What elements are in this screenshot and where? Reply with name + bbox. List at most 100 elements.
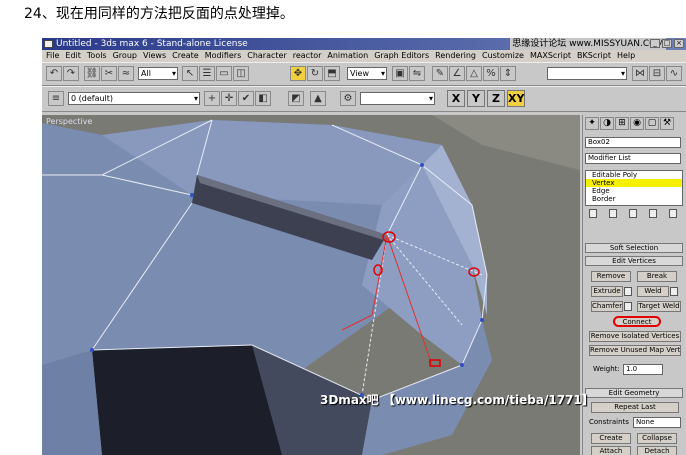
object-name-field[interactable]: Box02 <box>585 137 681 148</box>
create-button[interactable]: Create <box>591 433 631 444</box>
modify-tab-icon[interactable]: ◑ <box>600 117 614 130</box>
menu-views[interactable]: Views <box>139 50 168 62</box>
select-scale-icon[interactable]: ⬒ <box>324 66 340 81</box>
repeat-last-button[interactable]: Repeat Last <box>591 402 679 413</box>
select-by-name-icon[interactable]: ☰ <box>199 66 215 81</box>
stack-item-editable-poly[interactable]: Editable Poly <box>586 171 682 179</box>
weld-button[interactable]: Weld <box>637 286 669 297</box>
chamfer-button[interactable]: Chamfer <box>591 301 623 312</box>
set-current-layer-icon[interactable]: ✔ <box>238 91 254 106</box>
weld-settings-icon[interactable] <box>670 287 678 296</box>
percent-snap-icon[interactable]: % <box>483 66 499 81</box>
menu-tools[interactable]: Tools <box>83 50 109 62</box>
curve-editor-icon[interactable]: ∿ <box>666 66 682 81</box>
chamfer-settings-icon[interactable] <box>624 302 632 311</box>
unlink-icon[interactable]: ✂ <box>101 66 117 81</box>
menu-rendering[interactable]: Rendering <box>431 50 478 62</box>
axis-z-button[interactable]: Z <box>487 90 505 107</box>
show-end-result-icon[interactable] <box>609 209 617 218</box>
layer-manager-icon[interactable]: ≡ <box>48 91 64 106</box>
soft-selection-rollout[interactable]: Soft Selection <box>585 243 683 253</box>
undo-icon[interactable]: ↶ <box>46 66 62 81</box>
pivot-center-icon[interactable]: ▣ <box>392 66 408 81</box>
angle-snap-icon[interactable]: △ <box>466 66 482 81</box>
align-icon[interactable]: ⊟ <box>649 66 665 81</box>
menu-edit[interactable]: Edit <box>61 50 83 62</box>
hierarchy-tab-icon[interactable]: ⊞ <box>615 117 629 130</box>
menu-group[interactable]: Group <box>109 50 139 62</box>
select-rotate-icon[interactable]: ↻ <box>307 66 323 81</box>
reference-coord-dropdown[interactable]: View <box>347 67 387 80</box>
menu-customize[interactable]: Customize <box>478 50 526 62</box>
axis-xy-button[interactable]: XY <box>507 90 525 107</box>
add-to-layer-icon[interactable]: + <box>204 91 220 106</box>
menu-bkscript[interactable]: BKScript <box>573 50 613 62</box>
snaps-toggle-icon[interactable]: ∠ <box>449 66 465 81</box>
forum-watermark: 3Dmax吧 【www.linecg.com/tieba/1771】 <box>320 393 594 407</box>
detach-button[interactable]: Detach <box>637 446 677 455</box>
break-button[interactable]: Break <box>637 271 677 282</box>
menu-create[interactable]: Create <box>168 50 201 62</box>
select-move-icon[interactable]: ✥ <box>290 66 306 81</box>
mirror-tool-icon[interactable]: ⋈ <box>632 66 648 81</box>
weight-spinner[interactable]: 1.0 <box>623 364 663 375</box>
layer-dropdown[interactable]: 0 (default) <box>68 92 200 105</box>
app-icon <box>44 40 53 48</box>
motion-tab-icon[interactable]: ◉ <box>630 117 644 130</box>
stack-item-edge[interactable]: Edge <box>586 187 682 195</box>
line-style-dropdown[interactable] <box>360 92 435 105</box>
collapse-button[interactable]: Collapse <box>637 433 677 444</box>
menu-modifiers[interactable]: Modifiers <box>201 50 244 62</box>
mirror-icon[interactable]: ⇋ <box>409 66 425 81</box>
select-manipulate-icon[interactable]: ✎ <box>432 66 448 81</box>
extrude-settings-icon[interactable] <box>624 287 632 296</box>
modifier-list-dropdown[interactable]: Modifier List <box>585 153 681 164</box>
extrude-button[interactable]: Extrude <box>591 286 623 297</box>
maximize-button[interactable]: □ <box>662 39 672 48</box>
remove-modifier-icon[interactable] <box>649 209 657 218</box>
menu-character[interactable]: Character <box>243 50 289 62</box>
menu-file[interactable]: File <box>42 50 61 62</box>
spinner-snap-icon[interactable]: ⇕ <box>500 66 516 81</box>
constraints-dropdown[interactable]: None <box>633 417 681 428</box>
stack-item-vertex[interactable]: Vertex <box>586 179 682 187</box>
cone-icon[interactable]: ▲ <box>310 91 326 106</box>
named-selection-dropdown[interactable] <box>547 67 627 80</box>
minimize-button[interactable]: _ <box>650 39 660 48</box>
rect-region-icon[interactable]: ▭ <box>216 66 232 81</box>
connect-button[interactable]: Connect <box>613 316 661 327</box>
edit-geometry-rollout[interactable]: Edit Geometry <box>585 388 683 398</box>
settings-gear-icon[interactable]: ⚙ <box>340 91 356 106</box>
select-in-layer-icon[interactable]: ✛ <box>221 91 237 106</box>
menu-graph-editors[interactable]: Graph Editors <box>370 50 431 62</box>
select-object-icon[interactable]: ↖ <box>182 66 198 81</box>
make-unique-icon[interactable] <box>629 209 637 218</box>
edit-vertices-rollout[interactable]: Edit Vertices <box>585 256 683 266</box>
box-primitive-icon[interactable]: ◩ <box>288 91 304 106</box>
axis-y-button[interactable]: Y <box>467 90 485 107</box>
menu-maxscript[interactable]: MAXScript <box>526 50 573 62</box>
layer-props-icon[interactable]: ◧ <box>255 91 271 106</box>
close-button[interactable]: × <box>674 39 684 48</box>
redo-icon[interactable]: ↷ <box>63 66 79 81</box>
window-crossing-icon[interactable]: ◫ <box>233 66 249 81</box>
attach-button[interactable]: Attach <box>591 446 631 455</box>
remove-button[interactable]: Remove <box>591 271 631 282</box>
create-tab-icon[interactable]: ✦ <box>585 117 599 130</box>
bind-space-warp-icon[interactable]: ≈ <box>118 66 134 81</box>
remove-isolated-vertices-button[interactable]: Remove Isolated Vertices <box>589 331 681 342</box>
axis-x-button[interactable]: X <box>447 90 465 107</box>
select-link-icon[interactable]: ⛓ <box>84 66 100 81</box>
target-weld-button[interactable]: Target Weld <box>637 301 681 312</box>
remove-unused-map-verts-button[interactable]: Remove Unused Map Verts <box>589 345 681 356</box>
pin-stack-icon[interactable] <box>589 209 597 218</box>
configure-sets-icon[interactable] <box>669 209 677 218</box>
menu-help[interactable]: Help <box>613 50 637 62</box>
stack-item-border[interactable]: Border <box>586 195 682 203</box>
display-tab-icon[interactable]: ▢ <box>645 117 659 130</box>
utilities-tab-icon[interactable]: ⚒ <box>660 117 674 130</box>
menu-reactor[interactable]: reactor <box>289 50 324 62</box>
menu-animation[interactable]: Animation <box>323 50 370 62</box>
constraints-label: Constraints <box>589 418 629 426</box>
selection-filter-dropdown[interactable]: All <box>138 67 178 80</box>
